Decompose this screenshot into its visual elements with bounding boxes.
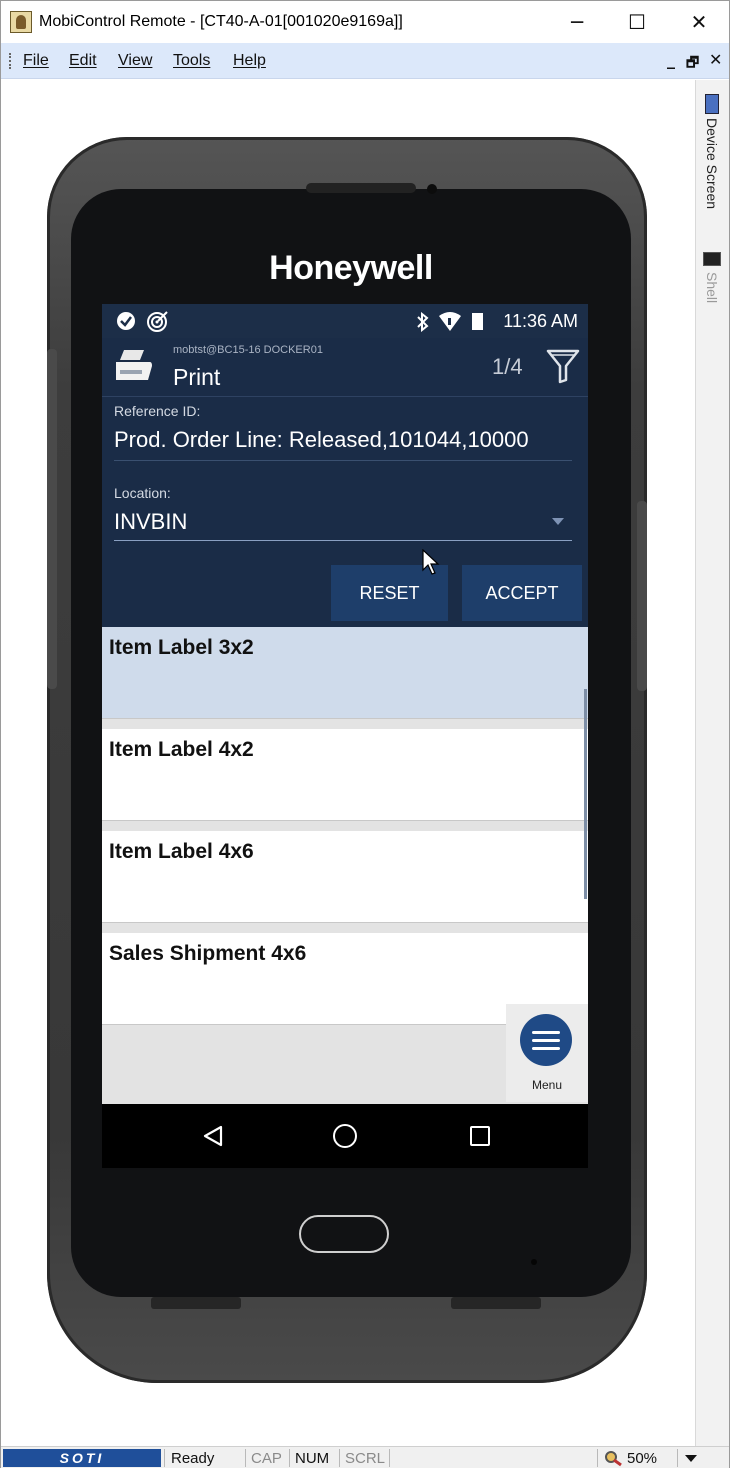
location-dropdown-arrow-icon[interactable] (552, 518, 564, 525)
list-item-label: Item Label 4x6 (109, 840, 254, 863)
maximize-button[interactable]: ☐ (607, 5, 667, 39)
list-scrollbar[interactable] (584, 689, 587, 899)
status-bar: SOTI Ready CAP NUM SCRL 50% (1, 1446, 729, 1468)
zoom-icon[interactable] (604, 1450, 624, 1467)
status-separator (677, 1449, 678, 1467)
status-separator (164, 1449, 165, 1467)
user-server-label: mobtst@BC15-16 DOCKER01 (173, 344, 323, 356)
status-cap: CAP (251, 1450, 282, 1467)
menu-edit[interactable]: Edit (69, 52, 97, 70)
side-tab-strip: Device Screen Shell (695, 80, 729, 1446)
device-home-button[interactable] (299, 1215, 389, 1253)
tab-shell[interactable]: Shell (704, 272, 720, 303)
status-separator (289, 1449, 290, 1467)
filter-icon[interactable] (546, 348, 580, 384)
header-divider (102, 396, 588, 397)
android-status-bar: 11:36 AM (102, 304, 588, 338)
menu-view[interactable]: View (118, 52, 152, 70)
reference-id-label: Reference ID: (114, 403, 201, 419)
device-foot-left (151, 1297, 241, 1309)
device-foot-right (451, 1297, 541, 1309)
menu-fab-label: Menu (531, 1078, 563, 1092)
mdi-restore-button[interactable]: 🗗 (686, 52, 699, 76)
front-camera (427, 184, 437, 194)
reference-id-value: Prod. Order Line: Released,101044,10000 (114, 427, 529, 452)
device-brand-logo: Honeywell (269, 249, 433, 287)
android-nav-bar (102, 1104, 588, 1168)
menu-help[interactable]: Help (233, 52, 266, 70)
status-separator (597, 1449, 598, 1467)
hamburger-icon-line (532, 1046, 560, 1050)
mdi-minimize-button[interactable]: _ (667, 50, 675, 69)
mouse-cursor-icon (422, 549, 440, 575)
hamburger-icon-line (532, 1030, 560, 1034)
android-clock: 11:36 AM (503, 311, 578, 331)
menu-file[interactable]: File (23, 52, 49, 70)
menu-fab-container: Menu (506, 1004, 588, 1102)
status-num: NUM (295, 1450, 330, 1467)
device-side-button-right (637, 501, 647, 691)
location-label: Location: (114, 485, 171, 501)
page-title: Print (173, 364, 221, 390)
status-ready: Ready (171, 1450, 215, 1467)
zoom-dropdown-icon[interactable] (685, 1455, 697, 1463)
tab-device-screen[interactable]: Device Screen (704, 118, 720, 209)
wifi-icon (439, 312, 461, 331)
status-separator (245, 1449, 246, 1467)
device-microphone (531, 1259, 537, 1265)
location-select[interactable]: INVBIN (114, 509, 187, 535)
target-icon (147, 311, 168, 332)
check-circle-icon (117, 312, 135, 330)
list-item-label: Item Label 4x2 (109, 738, 254, 761)
list-item[interactable]: Item Label 3x2 (102, 627, 588, 719)
mdi-close-button[interactable]: ✕ (709, 50, 722, 69)
soti-logo: SOTI (3, 1449, 161, 1467)
zoom-level: 50% (627, 1450, 658, 1467)
back-icon[interactable] (202, 1125, 224, 1147)
menu-tools[interactable]: Tools (173, 52, 210, 70)
close-button[interactable]: ✕ (669, 5, 729, 39)
status-separator (339, 1449, 340, 1467)
location-underline (114, 540, 572, 541)
mobicontrol-window: MobiControl Remote - [CT40-A-01[001020e9… (0, 0, 730, 1468)
accept-button[interactable]: ACCEPT (462, 565, 582, 621)
reference-id-underline (114, 460, 572, 461)
device-screen-icon (705, 94, 719, 114)
title-bar: MobiControl Remote - [CT40-A-01[001020e9… (1, 1, 729, 43)
speaker-grille (306, 183, 416, 193)
menu-fab-button[interactable] (520, 1014, 572, 1066)
home-icon[interactable] (333, 1124, 357, 1148)
app-panel: mobtst@BC15-16 DOCKER01 Print 1/4 Refere… (102, 338, 588, 627)
shell-icon (703, 252, 721, 266)
menu-bar: File Edit View Tools Help _ 🗗 ✕ (1, 43, 729, 79)
mobicontrol-app-icon (10, 11, 32, 33)
device-screen[interactable]: 11:36 AM mobtst@BC15-16 DOCKER01 Print 1… (102, 304, 588, 1168)
device-side-button-left (47, 349, 57, 689)
status-separator (389, 1449, 390, 1467)
recent-apps-icon[interactable] (470, 1126, 490, 1146)
list-item-label: Item Label 3x2 (109, 636, 254, 659)
status-scrl: SCRL (345, 1450, 386, 1467)
list-item-label: Sales Shipment 4x6 (109, 942, 307, 965)
battery-icon (472, 313, 483, 330)
toolbar-grip (9, 53, 11, 69)
hamburger-icon-line (532, 1038, 560, 1042)
minimize-button[interactable]: ─ (547, 5, 607, 39)
printer-icon (116, 350, 152, 380)
list-item[interactable]: Item Label 4x6 (102, 831, 588, 923)
record-counter: 1/4 (492, 354, 523, 379)
window-title: MobiControl Remote - [CT40-A-01[001020e9… (39, 13, 403, 30)
bluetooth-icon (417, 312, 429, 332)
list-item[interactable]: Item Label 4x2 (102, 729, 588, 821)
